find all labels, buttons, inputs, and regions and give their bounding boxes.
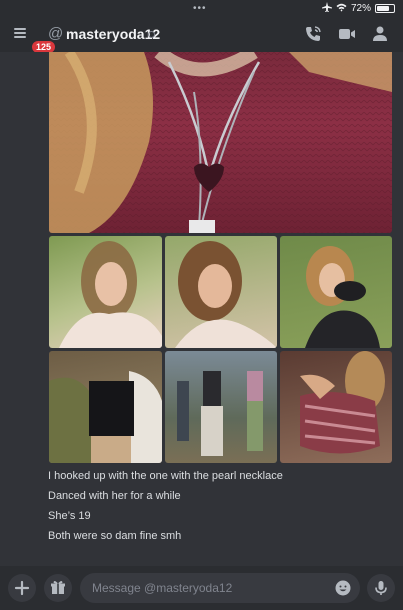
gift-button[interactable] (44, 574, 72, 602)
message-list[interactable]: I hooked up with the one with the pearl … (0, 52, 403, 566)
message-line: I hooked up with the one with the pearl … (48, 470, 283, 482)
status-indicator (148, 31, 155, 38)
message-composer: Message @masteryoda12 (0, 566, 403, 610)
photo-placeholder-icon (300, 351, 385, 454)
attachment-image-5[interactable] (49, 351, 162, 463)
battery-percent: 72% (350, 3, 371, 14)
photo-placeholder-icon (49, 371, 162, 463)
photo-placeholder-icon (59, 241, 162, 348)
battery-fill (377, 6, 389, 11)
message-line: Both were so dam fine smh (48, 530, 182, 542)
dm-header: 125 @ masteryoda12 (0, 16, 403, 55)
multitask-dots: ••• (193, 3, 207, 14)
gift-icon (51, 580, 65, 594)
message-placeholder: Message @masteryoda12 (92, 581, 233, 595)
photo-placeholder-icon (177, 371, 263, 456)
battery-icon (375, 4, 395, 13)
microphone-icon (375, 581, 387, 595)
attachment-image-2[interactable] (49, 236, 162, 348)
status-right: 72% (321, 2, 395, 15)
emoji-icon[interactable] (334, 579, 352, 597)
attachment-image-7[interactable] (280, 351, 392, 463)
dm-username[interactable]: masteryoda12 (66, 26, 160, 42)
message-input[interactable]: Message @masteryoda12 (80, 573, 360, 603)
status-bar: ••• 72% (0, 0, 403, 16)
attachment-image-large[interactable] (49, 52, 392, 233)
message-line: She’s 19 (48, 510, 91, 522)
plus-icon (14, 580, 30, 596)
photo-placeholder-icon (305, 246, 380, 348)
message-line: Danced with her for a while (48, 490, 181, 502)
attachment-image-3[interactable] (165, 236, 277, 348)
voice-message-button[interactable] (367, 574, 395, 602)
video-camera-icon[interactable] (337, 24, 357, 44)
people-icon[interactable] (370, 24, 390, 44)
attachment-image-4[interactable] (280, 236, 392, 348)
photo-maroon-sweater-icon (49, 52, 392, 233)
phone-icon[interactable] (303, 24, 323, 44)
menu-icon (14, 28, 26, 40)
add-attachment-button[interactable] (8, 574, 36, 602)
attachment-image-6[interactable] (165, 351, 277, 463)
wifi-icon (336, 3, 347, 15)
at-icon: @ (48, 25, 64, 42)
airplane-icon (321, 2, 332, 15)
photo-placeholder-icon (175, 241, 277, 348)
menu-button[interactable]: 125 (12, 24, 58, 55)
